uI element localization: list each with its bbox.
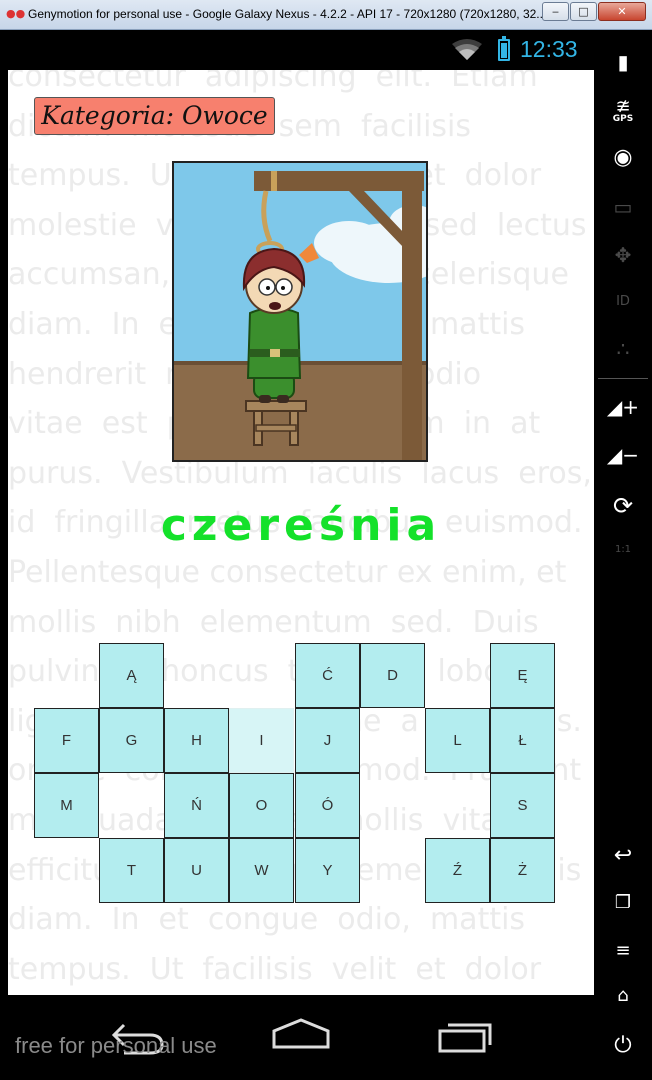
remote-control-widget-icon[interactable]: ✥ — [594, 243, 652, 267]
watermark-text: free for personal use — [15, 1033, 217, 1058]
letter-key[interactable]: J — [295, 708, 360, 773]
genymotion-app-icon: ●● — [6, 7, 26, 20]
background-text-line: mollis nibh elementum sed. Duis — [8, 604, 539, 640]
maximize-button[interactable]: □ — [570, 2, 597, 21]
status-time: 12:33 — [520, 36, 578, 62]
close-button[interactable]: ✕ — [598, 2, 646, 21]
battery-widget-icon[interactable]: ▮ — [594, 50, 652, 74]
letter-key[interactable]: Ż — [490, 838, 555, 903]
hangman-app-screen: consectetur adipiscing elit. Etiamdictum… — [8, 70, 594, 995]
letter-key[interactable]: L — [425, 708, 490, 773]
letter-key[interactable]: Ź — [425, 838, 490, 903]
pixel-perfect-icon[interactable]: 1:1 — [594, 544, 652, 555]
letter-key[interactable]: U — [164, 838, 229, 903]
back-button-icon[interactable]: ↩ — [594, 843, 652, 868]
letter-key[interactable]: Ń — [164, 773, 229, 838]
id-widget-icon[interactable]: ID — [594, 294, 652, 309]
letter-key[interactable]: Ó — [295, 773, 360, 838]
letter-key[interactable]: S — [490, 773, 555, 838]
battery-icon — [498, 36, 510, 61]
letter-key[interactable]: H — [164, 708, 229, 773]
letter-key[interactable]: I — [229, 708, 294, 773]
camera-widget-icon[interactable]: ◉ — [594, 145, 652, 170]
window-title: Genymotion for personal use - Google Gal… — [28, 7, 547, 21]
letter-key[interactable]: G — [99, 708, 164, 773]
gps-widget-icon[interactable]: GPS — [594, 114, 652, 124]
letter-key[interactable]: D — [360, 643, 425, 708]
nav-home-icon[interactable] — [270, 1017, 332, 1051]
hangman-picture — [172, 161, 428, 462]
letter-key[interactable]: O — [229, 773, 294, 838]
letter-key[interactable]: M — [34, 773, 99, 838]
letter-key[interactable]: F — [34, 708, 99, 773]
volume-down-icon[interactable]: ◢− — [594, 443, 652, 467]
menu-button-icon[interactable]: ≡ — [594, 940, 652, 961]
letter-key[interactable]: Ę — [490, 643, 555, 708]
video-widget-icon[interactable]: ▭ — [594, 195, 652, 219]
letter-key[interactable]: Y — [295, 838, 360, 903]
background-text-line: tempus. Ut facilisis velit et dolor — [8, 951, 542, 987]
rotate-screen-icon[interactable]: ⟳ — [594, 492, 652, 520]
android-nav-bar: free for personal use — [0, 995, 594, 1080]
network-widget-icon[interactable]: ∴ — [594, 337, 652, 361]
volume-up-icon[interactable]: ◢+ — [594, 395, 652, 419]
letter-key[interactable]: T — [99, 838, 164, 903]
genymotion-sidebar: ▮ ≇ GPS ◉ ▭ ✥ ID ∴ ◢+ ◢− ⟳ 1:1 ↩ ❐ ≡ ⌂ ⏻ — [594, 30, 652, 1080]
category-label: Kategoria: Owoce — [34, 97, 275, 135]
android-status-bar: 12:33 — [8, 30, 594, 70]
minimize-button[interactable]: ‒ — [542, 2, 569, 21]
letter-key[interactable]: Ą — [99, 643, 164, 708]
background-text-line: Pellentesque consectetur ex enim, et — [8, 554, 567, 590]
guessed-word: czereśnia — [160, 500, 442, 551]
nav-recent-apps-icon[interactable] — [436, 1019, 496, 1053]
home-button-icon[interactable]: ⌂ — [594, 985, 652, 1006]
wifi-icon — [452, 39, 482, 60]
letter-key[interactable]: Ć — [295, 643, 360, 708]
power-button-icon[interactable]: ⏻ — [594, 1033, 652, 1058]
letter-key[interactable]: Ł — [490, 708, 555, 773]
recent-apps-icon[interactable]: ❐ — [594, 892, 652, 913]
letter-key[interactable]: W — [229, 838, 294, 903]
window-title-bar: ●● Genymotion for personal use - Google … — [0, 0, 652, 30]
